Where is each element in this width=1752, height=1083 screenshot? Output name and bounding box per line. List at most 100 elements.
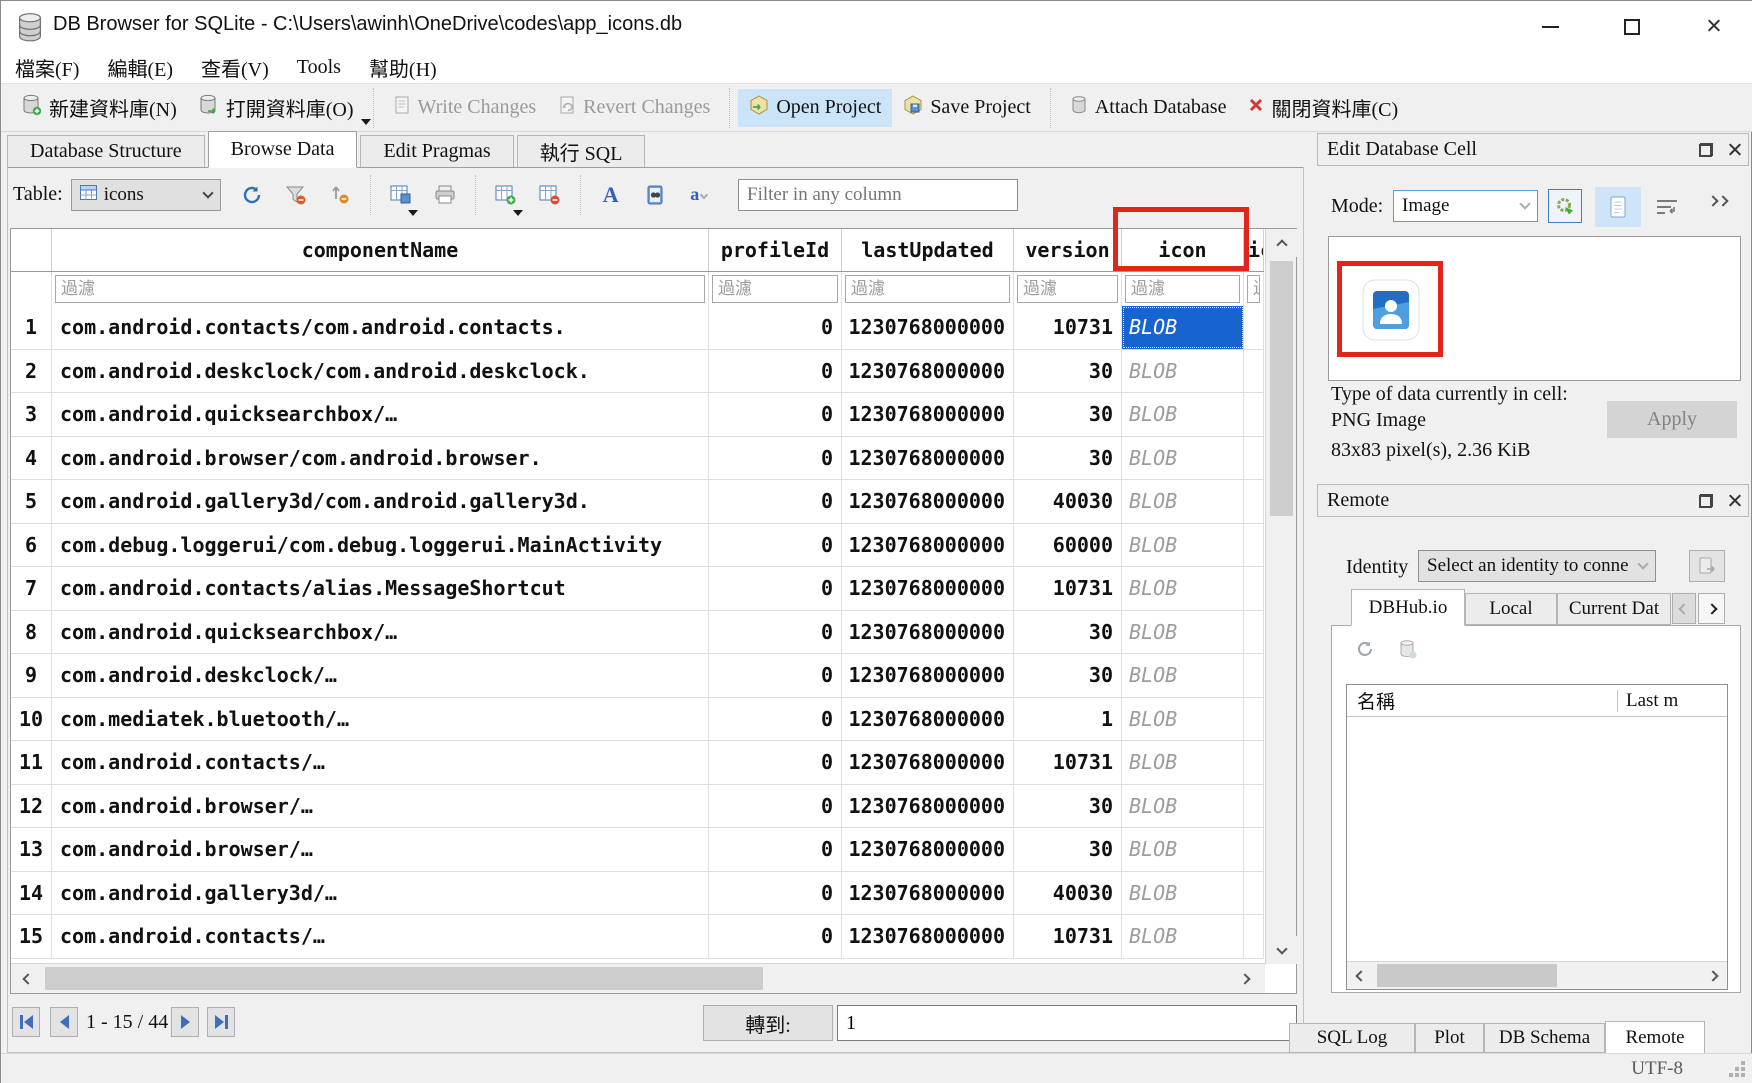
column-header-lastUpdated[interactable]: lastUpdated <box>842 229 1014 271</box>
cell-icon2[interactable] <box>1244 915 1264 958</box>
menu-item-file[interactable]: 檔案(F) <box>1 53 93 82</box>
remote-scroll-left-button[interactable] <box>1347 962 1375 989</box>
identity-select[interactable]: Select an identity to conne <box>1418 550 1656 582</box>
column-header-componentName[interactable]: componentName <box>52 229 709 271</box>
row-number[interactable]: 7 <box>11 567 52 610</box>
cell-icon2[interactable] <box>1244 698 1264 741</box>
panel-overflow-button[interactable] <box>1709 197 1727 205</box>
cell-lastUpdated[interactable]: 1230768000000 <box>842 567 1014 610</box>
clear-sort-button[interactable] <box>327 182 353 208</box>
cell-icon[interactable]: BLOB <box>1122 437 1244 480</box>
cell-lastUpdated[interactable]: 1230768000000 <box>842 393 1014 436</box>
row-number[interactable]: 6 <box>11 524 52 567</box>
cell-profileId[interactable]: 0 <box>709 567 842 610</box>
scroll-right-button[interactable] <box>1231 964 1261 993</box>
open-database-dropdown-icon[interactable] <box>361 119 371 125</box>
row-number[interactable]: 3 <box>11 393 52 436</box>
column-header-version[interactable]: version <box>1014 229 1122 271</box>
cell-lastUpdated[interactable]: 1230768000000 <box>842 698 1014 741</box>
cell-icon[interactable]: BLOB <box>1122 611 1244 654</box>
cell-componentName[interactable]: com.android.quicksearchbox/… <box>52 393 709 436</box>
table-row[interactable]: 3 com.android.quicksearchbox/… 0 1230768… <box>11 393 1264 437</box>
dock-tab-sql-log[interactable]: SQL Log <box>1289 1023 1415 1053</box>
row-number[interactable]: 13 <box>11 828 52 871</box>
cell-lastUpdated[interactable]: 1230768000000 <box>842 611 1014 654</box>
remote-hscrollbar-thumb[interactable] <box>1377 964 1557 987</box>
cell-icon2[interactable] <box>1244 393 1264 436</box>
cell-lastUpdated[interactable]: 1230768000000 <box>842 437 1014 480</box>
next-page-button[interactable] <box>171 1007 199 1037</box>
cell-componentName[interactable]: com.android.deskclock/… <box>52 654 709 697</box>
cell-componentName[interactable]: com.debug.loggerui/com.debug.loggerui.Ma… <box>52 524 709 567</box>
remote-list-hscrollbar[interactable] <box>1347 961 1727 989</box>
cell-icon[interactable]: BLOB <box>1122 741 1244 784</box>
cell-profileId[interactable]: 0 <box>709 306 842 349</box>
save-results-button[interactable] <box>388 182 414 208</box>
goto-record-input[interactable] <box>837 1005 1297 1041</box>
cell-icon2[interactable] <box>1244 306 1264 349</box>
column-header-profileId[interactable]: profileId <box>709 229 842 271</box>
cell-version[interactable]: 30 <box>1014 393 1122 436</box>
cell-icon[interactable]: BLOB <box>1122 915 1244 958</box>
cell-icon[interactable]: BLOB <box>1122 393 1244 436</box>
table-row[interactable]: 10 com.mediatek.bluetooth/… 0 1230768000… <box>11 698 1264 742</box>
tab-scroll-left-button[interactable] <box>1672 593 1696 624</box>
cell-profileId[interactable]: 0 <box>709 437 842 480</box>
cell-lastUpdated[interactable]: 1230768000000 <box>842 872 1014 915</box>
identity-push-button[interactable] <box>1689 550 1725 582</box>
remote-list-header-name[interactable]: 名稱 <box>1347 687 1617 714</box>
cell-profileId[interactable]: 0 <box>709 654 842 697</box>
cell-componentName[interactable]: com.android.quicksearchbox/… <box>52 611 709 654</box>
scroll-left-button[interactable] <box>11 964 41 993</box>
vertical-scrollbar-thumb[interactable] <box>1270 261 1293 516</box>
menu-item-view[interactable]: 查看(V) <box>187 53 283 82</box>
cell-lastUpdated[interactable]: 1230768000000 <box>842 785 1014 828</box>
cell-componentName[interactable]: com.android.contacts/alias.MessageShortc… <box>52 567 709 610</box>
cell-componentName[interactable]: com.android.browser/com.android.browser. <box>52 437 709 480</box>
text-view-button[interactable] <box>1595 187 1641 227</box>
maximize-button[interactable] <box>1602 1 1662 52</box>
row-number[interactable]: 11 <box>11 741 52 784</box>
cell-profileId[interactable]: 0 <box>709 350 842 393</box>
row-number[interactable]: 9 <box>11 654 52 697</box>
close-panel-icon[interactable] <box>1727 493 1742 508</box>
print-button[interactable] <box>432 182 458 208</box>
column-header-icon[interactable]: icon <box>1122 229 1244 271</box>
table-row[interactable]: 4 com.android.browser/com.android.browse… <box>11 437 1264 481</box>
word-wrap-button[interactable] <box>1655 197 1681 217</box>
resize-grip[interactable] <box>1741 1073 1745 1077</box>
cell-version[interactable]: 40030 <box>1014 480 1122 523</box>
import-data-button[interactable] <box>1548 189 1582 223</box>
menu-item-edit[interactable]: 編輯(E) <box>93 53 187 82</box>
cell-version[interactable]: 30 <box>1014 785 1122 828</box>
new-database-button[interactable]: 新建資料庫(N) <box>11 89 188 127</box>
dock-tab-remote[interactable]: Remote <box>1605 1021 1705 1054</box>
tab-execute-sql[interactable]: 執行 SQL <box>517 135 646 167</box>
cell-icon[interactable]: BLOB <box>1122 828 1244 871</box>
tab-browse-data[interactable]: Browse Data <box>208 131 358 168</box>
horizontal-scrollbar[interactable] <box>11 963 1265 993</box>
save-results-dropdown-icon[interactable] <box>408 210 418 216</box>
save-project-button[interactable]: Save Project <box>892 89 1042 127</box>
cell-lastUpdated[interactable]: 1230768000000 <box>842 828 1014 871</box>
filter-input-lastUpdated[interactable]: 過濾 <box>845 275 1010 303</box>
filter-any-column-input[interactable] <box>738 179 1018 211</box>
revert-changes-button[interactable]: Revert Changes <box>547 89 721 127</box>
cell-profileId[interactable]: 0 <box>709 524 842 567</box>
close-database-button[interactable]: 關閉資料庫(C) <box>1237 89 1409 127</box>
filter-input-profileId[interactable]: 過濾 <box>712 275 838 303</box>
insert-record-dropdown-icon[interactable] <box>513 210 523 216</box>
goto-button[interactable]: 轉到: <box>703 1005 833 1041</box>
last-page-button[interactable] <box>207 1007 235 1037</box>
cell-componentName[interactable]: com.android.browser/… <box>52 785 709 828</box>
open-database-button[interactable]: 打開資料庫(O) <box>188 89 365 127</box>
find-button[interactable] <box>642 182 668 208</box>
write-changes-button[interactable]: Write Changes <box>382 89 548 127</box>
cell-icon[interactable]: BLOB <box>1122 567 1244 610</box>
cell-version[interactable]: 30 <box>1014 654 1122 697</box>
cell-lastUpdated[interactable]: 1230768000000 <box>842 654 1014 697</box>
row-number[interactable]: 14 <box>11 872 52 915</box>
cell-profileId[interactable]: 0 <box>709 785 842 828</box>
row-number[interactable]: 15 <box>11 915 52 958</box>
grid-corner-cell[interactable] <box>11 229 52 271</box>
